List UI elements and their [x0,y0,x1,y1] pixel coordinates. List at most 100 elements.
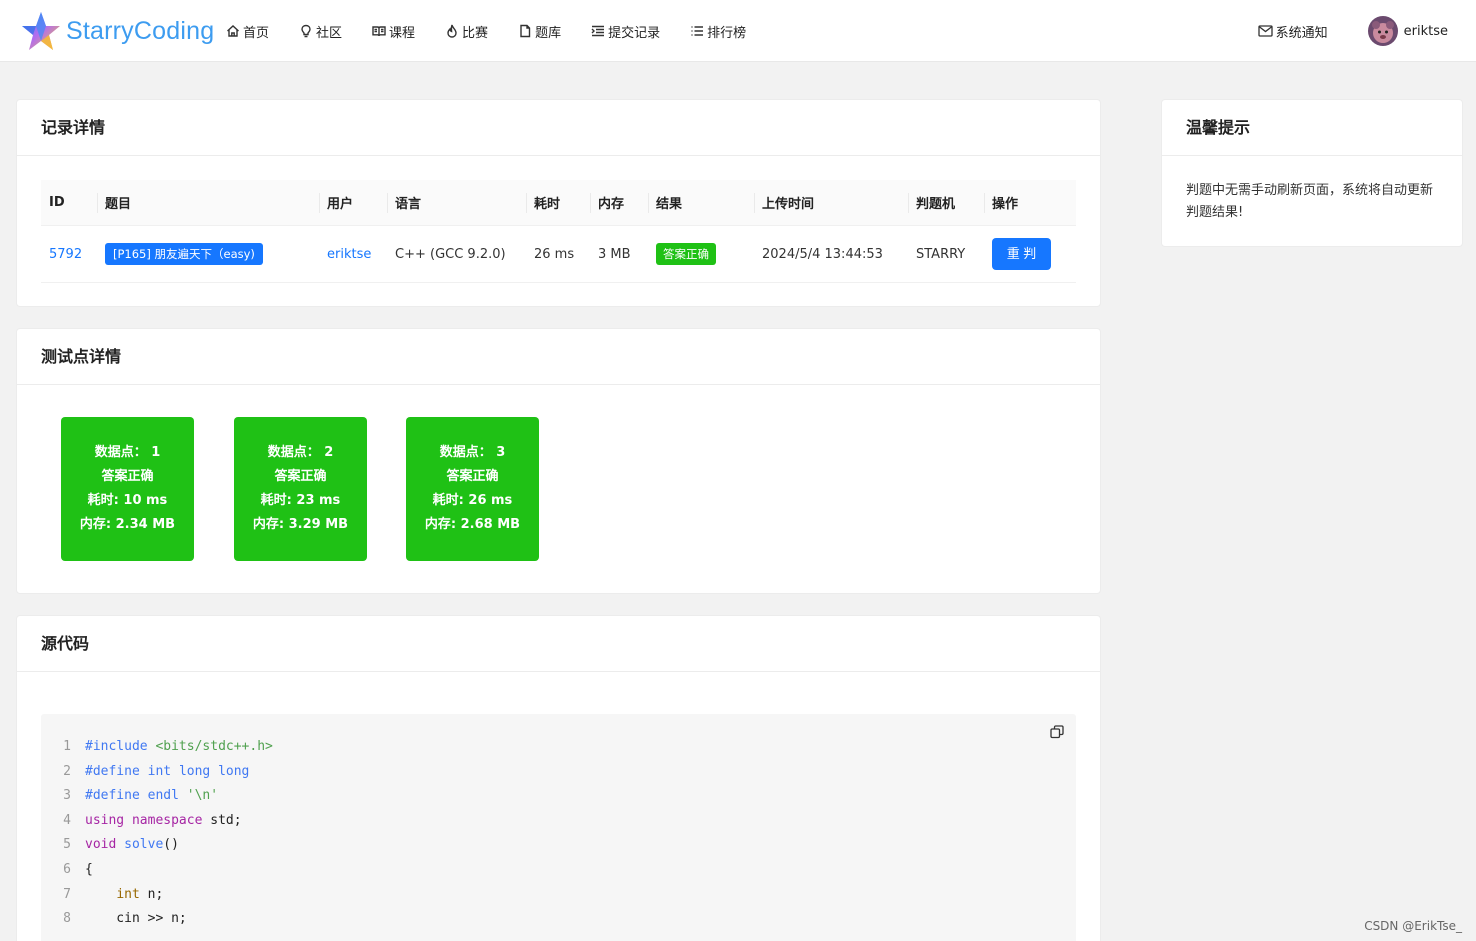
tips-card: 温馨提示 判题中无需手动刷新页面，系统将自动更新判题结果! [1161,99,1463,247]
column-header: 耗时 [526,180,590,225]
system-notification-link[interactable]: 系统通知 [1257,22,1328,41]
avatar [1367,16,1398,46]
fire-icon [447,24,457,38]
line-number: 6 [63,861,71,877]
line-number: 2 [63,763,71,779]
brand-logo[interactable]: StarryCoding [20,10,214,52]
code-text: #define int long long [85,763,250,779]
status-badge: 答案正确 [656,243,716,265]
testpoint-label: 数据点： 3 [439,445,506,460]
nav-item-courses[interactable]: 课程 [372,22,415,41]
memory-value: 3 MB [598,246,631,262]
column-header: 结果 [648,180,754,225]
column-header: 上传时间 [754,180,908,225]
mail-icon [1257,25,1273,37]
column-header: 用户 [319,180,387,225]
nav-label: 题库 [535,25,562,41]
testpoint-time: 耗时: 26 ms [432,493,513,508]
table-row: 5792 [P165] 朋友遍天下（easy) eriktse C++ (GCC… [41,226,1076,283]
main-nav: 首页 社区 课程 比赛 题库 提交记录 排行榜 [226,0,776,62]
code-line: 3 #define endl '\n' [41,784,1076,809]
list-indent-icon [591,25,605,37]
home-icon [227,25,239,37]
nav-item-leaderboard[interactable]: 排行榜 [690,22,746,41]
source-code-card: 源代码 1 #include <bits/stdc++.h> 2 #define i… [16,615,1101,941]
testpoint-status: 答案正确 [274,469,327,484]
code-block[interactable]: 1 #include <bits/stdc++.h> 2 #define int l… [41,714,1076,941]
tips-text: 判题中无需手动刷新页面，系统将自动更新判题结果! [1186,183,1434,220]
nav-item-problems[interactable]: 题库 [518,22,561,41]
testpoint-status: 答案正确 [446,469,499,484]
line-number: 1 [63,739,71,754]
nav-item-submissions[interactable]: 提交记录 [591,22,660,41]
judger-value: STARRY [916,246,966,262]
code-line: 4 using namespace std; [41,809,1076,834]
column-header: 操作 [984,180,1076,225]
column-header: 题目 [97,180,319,225]
problem-tag[interactable]: [P165] 朋友遍天下（easy) [105,243,263,265]
line-number: 4 [63,812,71,828]
code-text: void solve() [85,837,179,853]
code-line: 5 void solve() [41,833,1076,858]
record-detail-card: 记录详情 ID 题目 用户 语言 耗时 内存 结果 上传时间 判题机 操作 57… [16,99,1101,307]
book-icon [372,26,386,37]
line-number: 7 [63,886,71,902]
testpoint-box[interactable]: 数据点： 3 答案正确 耗时: 26 ms 内存: 2.68 MB [406,417,539,561]
user-link[interactable]: eriktse [327,247,371,262]
line-number: 8 [63,911,71,927]
tips-title: 温馨提示 [1162,100,1462,156]
testpoint-memory: 内存: 2.68 MB [424,517,521,532]
language-value: C++ (GCC 9.2.0) [395,246,506,262]
testpoint-label: 数据点： 1 [94,445,161,460]
testpoint-time: 耗时: 10 ms [87,493,168,508]
nav-item-community[interactable]: 社区 [299,22,342,41]
testpoints-title: 测试点详情 [17,329,1100,385]
notification-label: 系统通知 [1275,25,1328,41]
testpoint-time: 耗时: 23 ms [260,493,341,508]
nav-item-home[interactable]: 首页 [226,22,269,41]
record-detail-title: 记录详情 [17,100,1100,156]
testpoint-memory: 内存: 2.34 MB [79,517,176,532]
user-menu[interactable]: eriktse [1367,16,1448,46]
testpoint-memory: 内存: 3.29 MB [252,517,349,532]
table-header: ID 题目 用户 语言 耗时 内存 结果 上传时间 判题机 操作 [41,180,1076,226]
code-text: { [85,861,93,877]
nav-label: 排行榜 [707,25,747,41]
column-header: 判题机 [908,180,984,225]
nav-item-contests[interactable]: 比赛 [445,22,488,41]
rejudge-button[interactable]: 重 判 [992,238,1051,270]
watermark: CSDN @ErikTse_ [1364,919,1462,933]
nav-label: 首页 [243,25,270,41]
column-header: ID [49,195,65,210]
code-line: 6{ [41,858,1076,883]
code-line: 7 int n; [41,883,1076,908]
username: eriktse [1403,23,1448,39]
testpoint-status: 答案正确 [101,469,154,484]
column-header: 内存 [590,180,648,225]
time-value: 26 ms [534,246,575,262]
testpoint-box[interactable]: 数据点： 2 答案正确 耗时: 23 ms 内存: 3.29 MB [234,417,367,561]
brand-name: StarryCoding [66,16,215,45]
source-code-title: 源代码 [17,616,1100,672]
file-icon [520,24,531,38]
code-text: int n; [116,886,164,902]
line-number: 3 [63,788,71,804]
upload-time-value: 2024/5/4 13:44:53 [762,246,883,262]
nav-label: 比赛 [462,25,489,41]
code-text: #define endl '\n' [85,788,219,804]
code-text: cin >> n; [85,911,187,927]
testpoint-label: 数据点： 2 [267,445,334,460]
code-line: 8 cin >> n; [41,907,1076,932]
bulb-icon [301,24,311,38]
code-text: using namespace std; [85,812,242,828]
star-logo-icon [22,12,60,50]
record-id-link[interactable]: 5792 [49,247,82,262]
column-header: 语言 [387,180,526,225]
nav-label: 课程 [389,25,416,41]
copy-icon[interactable] [1050,725,1064,739]
top-navbar: StarryCoding 首页 社区 课程 比赛 题库 提交记录 排行榜 系统通… [0,0,1476,62]
nav-label: 提交记录 [608,25,661,41]
testpoint-box[interactable]: 数据点： 1 答案正确 耗时: 10 ms 内存: 2.34 MB [61,417,194,561]
code-text: #include <bits/stdc++.h> [85,739,273,754]
list-icon [691,26,704,36]
